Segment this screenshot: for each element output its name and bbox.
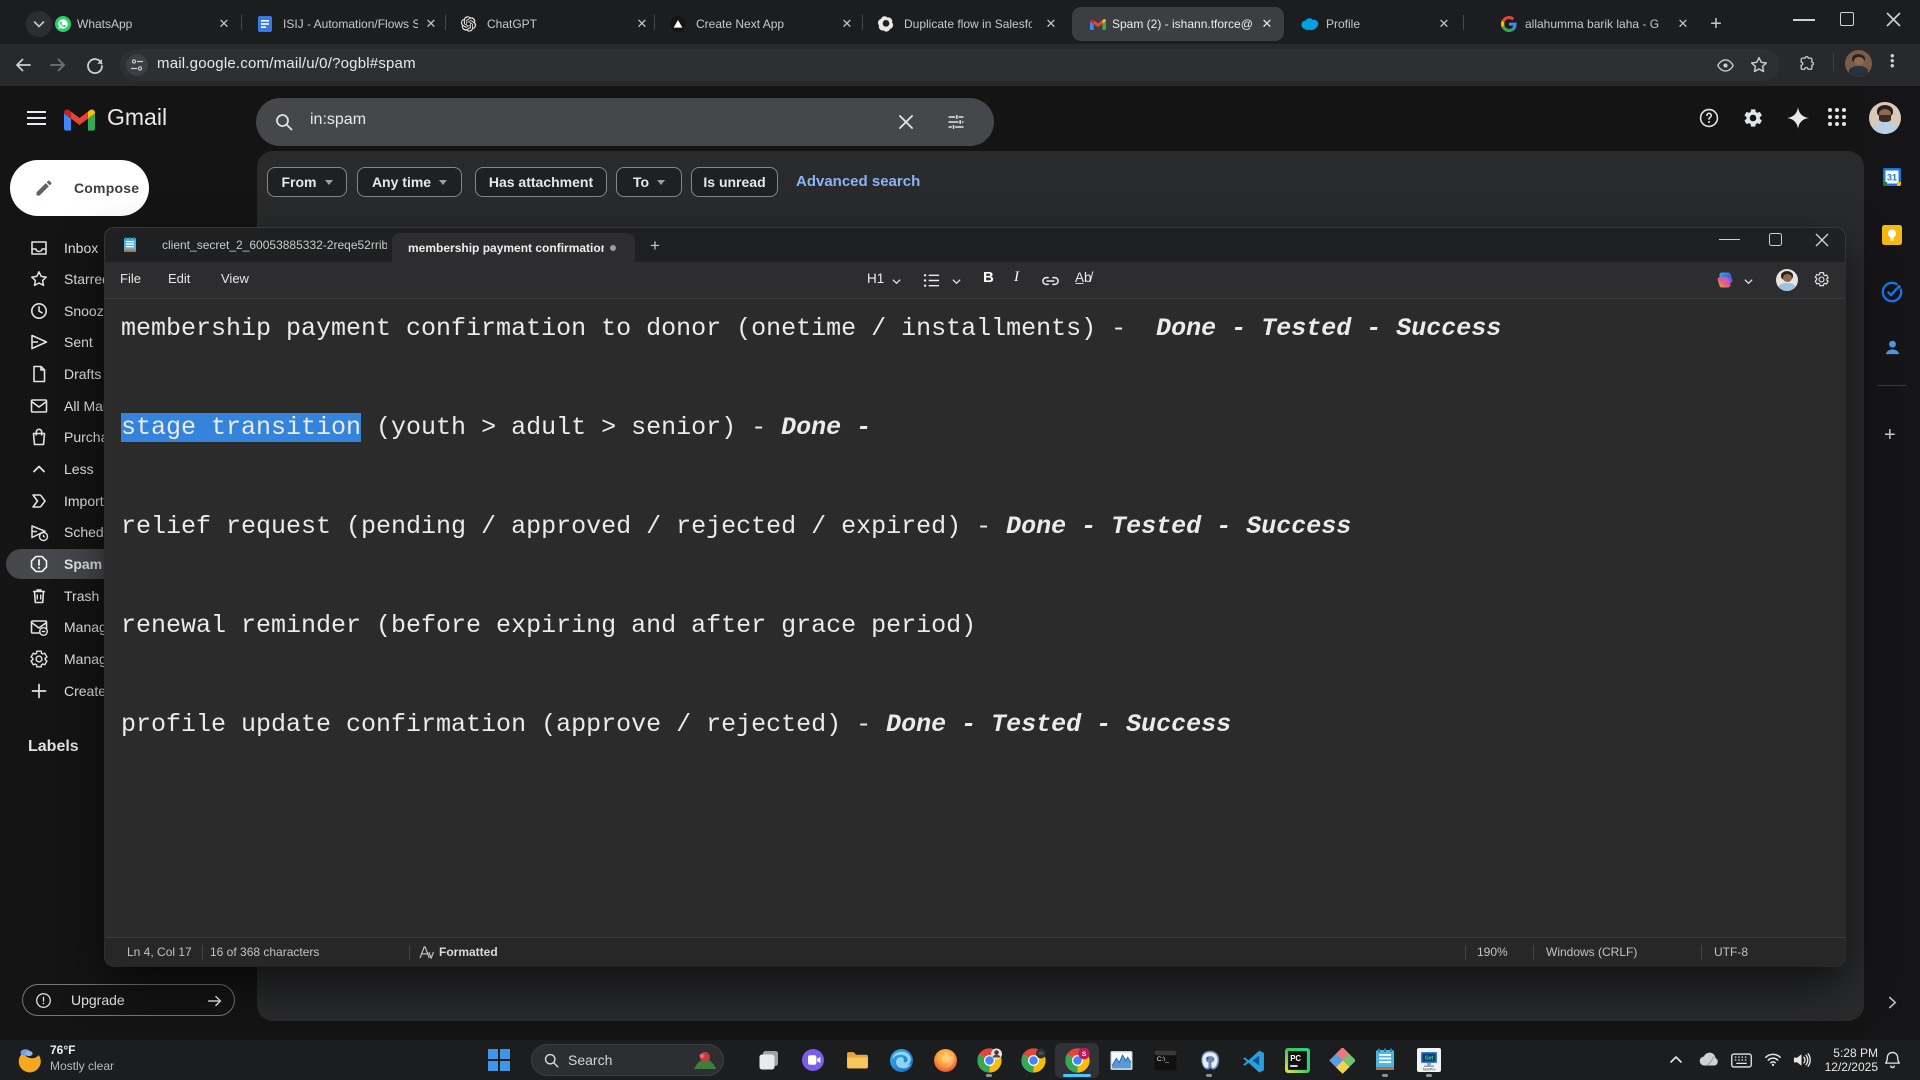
svg-text:C:\_: C:\_: [1157, 1056, 1170, 1063]
svg-text:31: 31: [1887, 173, 1897, 183]
svg-text:PC: PC: [1290, 1054, 1301, 1063]
svg-text:S: S: [1082, 1051, 1087, 1058]
svg-text:TaskPro: TaskPro: [1423, 1068, 1436, 1072]
svg-text:Get: Get: [1425, 1056, 1434, 1062]
